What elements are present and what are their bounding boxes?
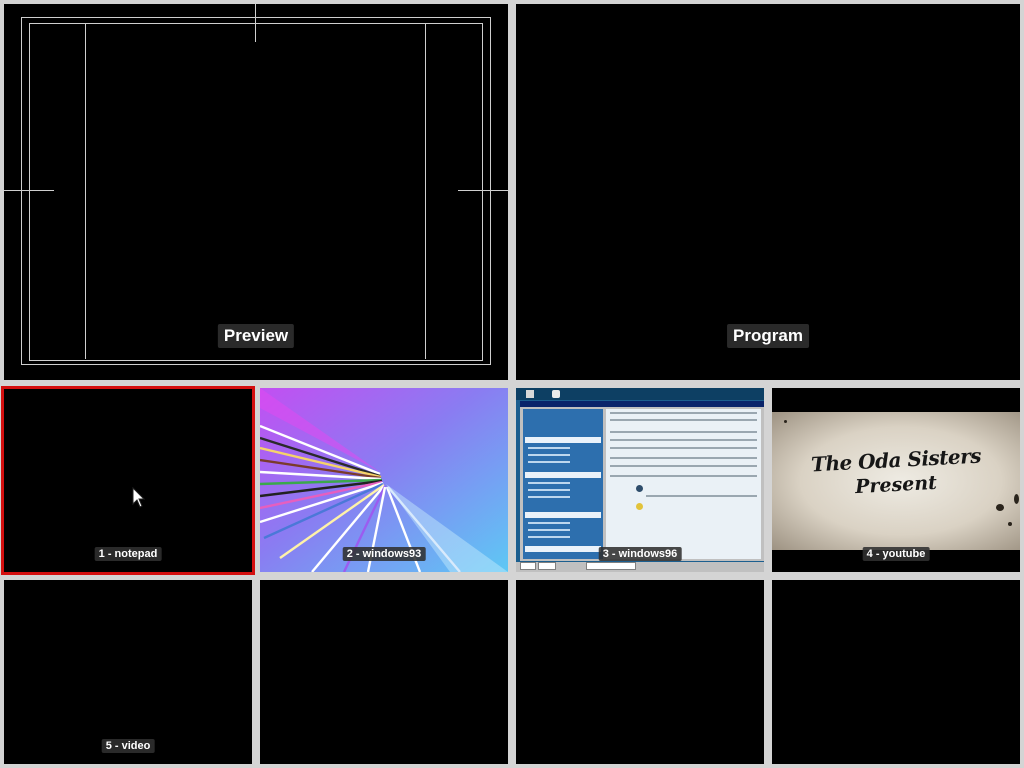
source-tile-notepad[interactable]: 1 - notepad <box>1 386 255 575</box>
program-pane[interactable]: Program <box>516 4 1020 380</box>
source-tile-empty-8[interactable] <box>772 580 1020 764</box>
center-4x3-left-guide <box>85 23 86 359</box>
source-tile-empty-6[interactable] <box>260 580 508 764</box>
title-safe-frame <box>29 23 483 361</box>
recycle-bin-icon <box>552 390 560 398</box>
source-label: 3 - windows96 <box>598 547 682 561</box>
smiley-icon <box>636 503 643 510</box>
program-label: Program <box>727 324 809 348</box>
preview-pane[interactable]: Preview <box>4 4 508 380</box>
youtube-thumbnail: The Oda Sisters Present <box>772 388 1020 572</box>
right-center-marker <box>458 190 508 191</box>
source-label: 5 - video <box>101 739 155 753</box>
preview-label: Preview <box>217 324 295 348</box>
source-label: 2 - windows93 <box>342 547 426 561</box>
action-safe-frame <box>21 17 491 365</box>
source-tile-video[interactable]: 5 - video <box>4 580 252 764</box>
source-tile-windows96[interactable]: 3 - windows96 <box>516 388 764 572</box>
left-center-marker <box>4 190 54 191</box>
center-4x3-right-guide <box>425 23 426 359</box>
source-tile-youtube[interactable]: The Oda Sisters Present 4 - youtube <box>772 388 1020 572</box>
top-center-marker <box>255 4 256 42</box>
mouse-pointer-icon <box>132 487 146 508</box>
source-label: 4 - youtube <box>862 547 930 561</box>
source-label: 1 - notepad <box>94 547 162 561</box>
computer-icon <box>526 390 534 398</box>
source-tile-windows93[interactable]: 2 - windows93 <box>260 388 508 572</box>
source-tile-empty-7[interactable] <box>516 580 764 764</box>
windows93-thumbnail <box>260 388 508 572</box>
windows96-thumbnail <box>516 388 764 572</box>
smiley-icon <box>636 485 643 492</box>
